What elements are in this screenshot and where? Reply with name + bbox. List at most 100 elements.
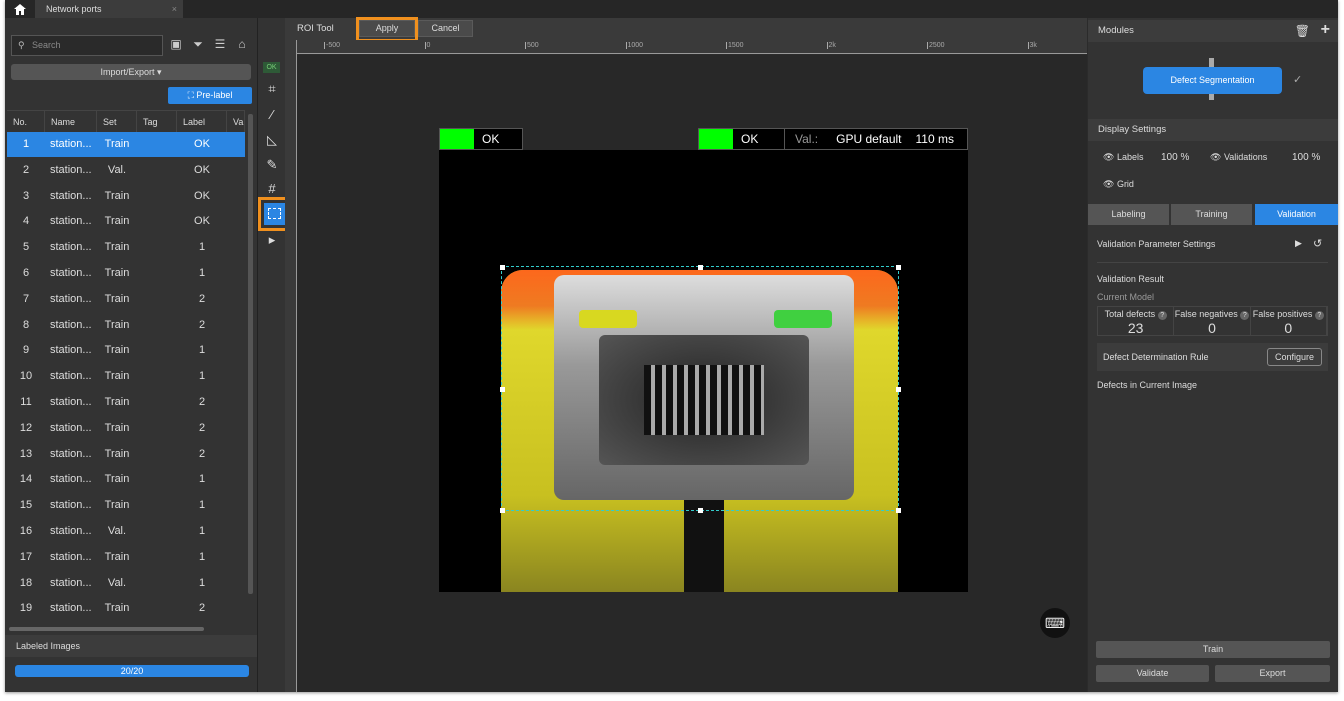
table-cell <box>137 545 177 570</box>
roi-rectangle[interactable] <box>500 265 901 513</box>
magic-wand-icon[interactable]: ⁄ <box>263 106 281 124</box>
roi-resize-handle[interactable] <box>896 508 901 513</box>
roi-resize-handle[interactable] <box>500 386 505 392</box>
column-header[interactable]: Set <box>97 111 137 133</box>
reset-icon[interactable]: ↺ <box>1313 237 1322 250</box>
shape-tool-icon[interactable]: ◺ <box>263 131 281 149</box>
pre-label-button[interactable]: ⛶ Pre-label <box>168 87 252 104</box>
roi-resize-handle[interactable] <box>500 265 505 270</box>
filter-icon[interactable]: ⏷ <box>189 37 207 53</box>
roi-resize-handle[interactable] <box>698 508 703 513</box>
trash-icon[interactable]: 🗑 <box>1295 20 1310 42</box>
column-header[interactable]: Va <box>227 111 245 133</box>
cancel-button[interactable]: Cancel <box>418 20 473 37</box>
column-header[interactable]: Name <box>45 111 97 133</box>
play-icon[interactable]: ▶ <box>1295 238 1302 249</box>
tab-labeling[interactable]: Labeling <box>1088 204 1169 225</box>
ruler-tick-label: 1000 <box>625 42 644 49</box>
tab-training[interactable]: Training <box>1171 204 1252 225</box>
roi-tool-button[interactable] <box>264 203 285 225</box>
table-row[interactable]: 15 station... Train 1 <box>7 493 245 518</box>
ok-badge[interactable]: OK <box>263 62 280 73</box>
column-header[interactable]: Label <box>177 111 227 133</box>
validate-button[interactable]: Validate <box>1096 665 1209 682</box>
table-cell: 2 <box>198 292 206 305</box>
configure-button[interactable]: Configure <box>1267 348 1322 366</box>
home-button[interactable] <box>5 0 35 18</box>
more-tools-icon[interactable]: ▸ <box>263 231 281 249</box>
table-row[interactable]: 8 station... Train 2 <box>7 313 245 338</box>
polygon-tool-icon[interactable]: ⌗ <box>263 80 281 98</box>
table-cell <box>137 571 177 596</box>
search-input[interactable]: ⚲ Search <box>11 35 163 56</box>
table-row[interactable]: 6 station... Train 1 <box>7 261 245 286</box>
table-row[interactable]: 12 station... Train 2 <box>7 416 245 441</box>
table-cell: 6 <box>22 267 30 279</box>
validations-opacity[interactable]: 100 % <box>1292 152 1320 163</box>
help-icon[interactable]: ? <box>1314 311 1324 320</box>
roi-resize-handle[interactable] <box>896 265 901 270</box>
validation-text: OK <box>733 129 785 149</box>
keyboard-icon[interactable]: ⌨ <box>1040 608 1070 638</box>
table-row[interactable]: 11 station... Train 2 <box>7 390 245 415</box>
roi-resize-handle[interactable] <box>896 386 901 392</box>
grid-tool-icon[interactable]: # <box>263 180 281 198</box>
table-row[interactable]: 7 station... Train 2 <box>7 287 245 312</box>
roi-rect-icon <box>268 208 281 219</box>
table-cell: Train <box>104 550 130 563</box>
table-row[interactable]: 17 station... Train 1 <box>7 545 245 570</box>
table-row[interactable]: 18 station... Val. 1 <box>7 571 245 596</box>
table-row[interactable]: 13 station... Train 2 <box>7 442 245 467</box>
table-cell: 1 <box>198 267 206 279</box>
table-row[interactable]: 1 station... Train OK <box>7 132 245 157</box>
tab-network-ports[interactable]: Network ports × <box>35 0 183 18</box>
table-cell <box>137 287 177 312</box>
table-cell: Train <box>104 318 130 331</box>
table-cell: station... <box>50 370 92 383</box>
vertical-scrollbar[interactable] <box>248 114 253 594</box>
table-cell: Val. <box>107 163 127 176</box>
table-cell: station... <box>50 318 92 331</box>
roi-resize-handle[interactable] <box>500 508 505 513</box>
close-icon[interactable]: × <box>172 0 177 18</box>
horizontal-scrollbar[interactable] <box>9 627 204 631</box>
tab-validation[interactable]: Validation <box>1255 204 1338 225</box>
table-row[interactable]: 3 station... Train OK <box>7 184 245 209</box>
table-row[interactable]: 10 station... Train 1 <box>7 364 245 389</box>
table-cell: Train <box>104 292 130 305</box>
export-button[interactable]: Export <box>1215 665 1330 682</box>
help-icon[interactable]: ? <box>1157 311 1167 320</box>
list-view-icon[interactable]: ☰ <box>211 37 229 53</box>
gpu-label: GPU default <box>836 132 902 146</box>
image-settings-icon[interactable]: ▣ <box>167 37 185 53</box>
defect-segmentation-module[interactable]: Defect Segmentation <box>1143 67 1282 94</box>
labels-opacity[interactable]: 100 % <box>1161 152 1189 163</box>
stat-value: 0 <box>1284 320 1293 336</box>
add-icon[interactable]: + <box>1321 19 1330 41</box>
table-row[interactable]: 16 station... Val. 1 <box>7 519 245 544</box>
roi-resize-handle[interactable] <box>698 265 703 270</box>
table-cell: 2 <box>198 396 206 408</box>
table-row[interactable]: 19 station... Train 2 <box>7 596 245 621</box>
validation-parameter-settings[interactable]: Validation Parameter Settings <box>1097 239 1215 249</box>
table-row[interactable]: 5 station... Train 1 <box>7 235 245 260</box>
apply-button[interactable]: Apply <box>359 20 415 37</box>
import-export-button[interactable]: Import/Export ▾ <box>11 64 251 80</box>
help-icon[interactable]: ? <box>1240 311 1250 320</box>
table-cell: Train <box>104 370 130 383</box>
layout-icon[interactable]: ⌂ <box>233 37 251 53</box>
table-row[interactable]: 2 station... Val. OK <box>7 158 245 183</box>
table-cell: OK <box>194 189 210 202</box>
table-row[interactable]: 4 station... Train OK <box>7 209 245 234</box>
grid-toggle[interactable]: 👁 Grid <box>1103 179 1134 190</box>
image-canvas[interactable]: OK OK Val.: GPU default 110 ms ⌨ <box>297 55 1087 692</box>
table-row[interactable]: 9 station... Train 1 <box>7 338 245 363</box>
table-cell: 1 <box>198 576 206 589</box>
labels-toggle[interactable]: 👁 Labels <box>1103 152 1143 163</box>
column-header[interactable]: No. <box>7 111 45 133</box>
train-button[interactable]: Train <box>1096 641 1330 658</box>
column-header[interactable]: Tag <box>137 111 177 133</box>
eraser-icon[interactable]: ✎ <box>263 156 281 174</box>
table-row[interactable]: 14 station... Train 1 <box>7 467 245 492</box>
validations-toggle[interactable]: 👁 Validations <box>1210 152 1267 163</box>
